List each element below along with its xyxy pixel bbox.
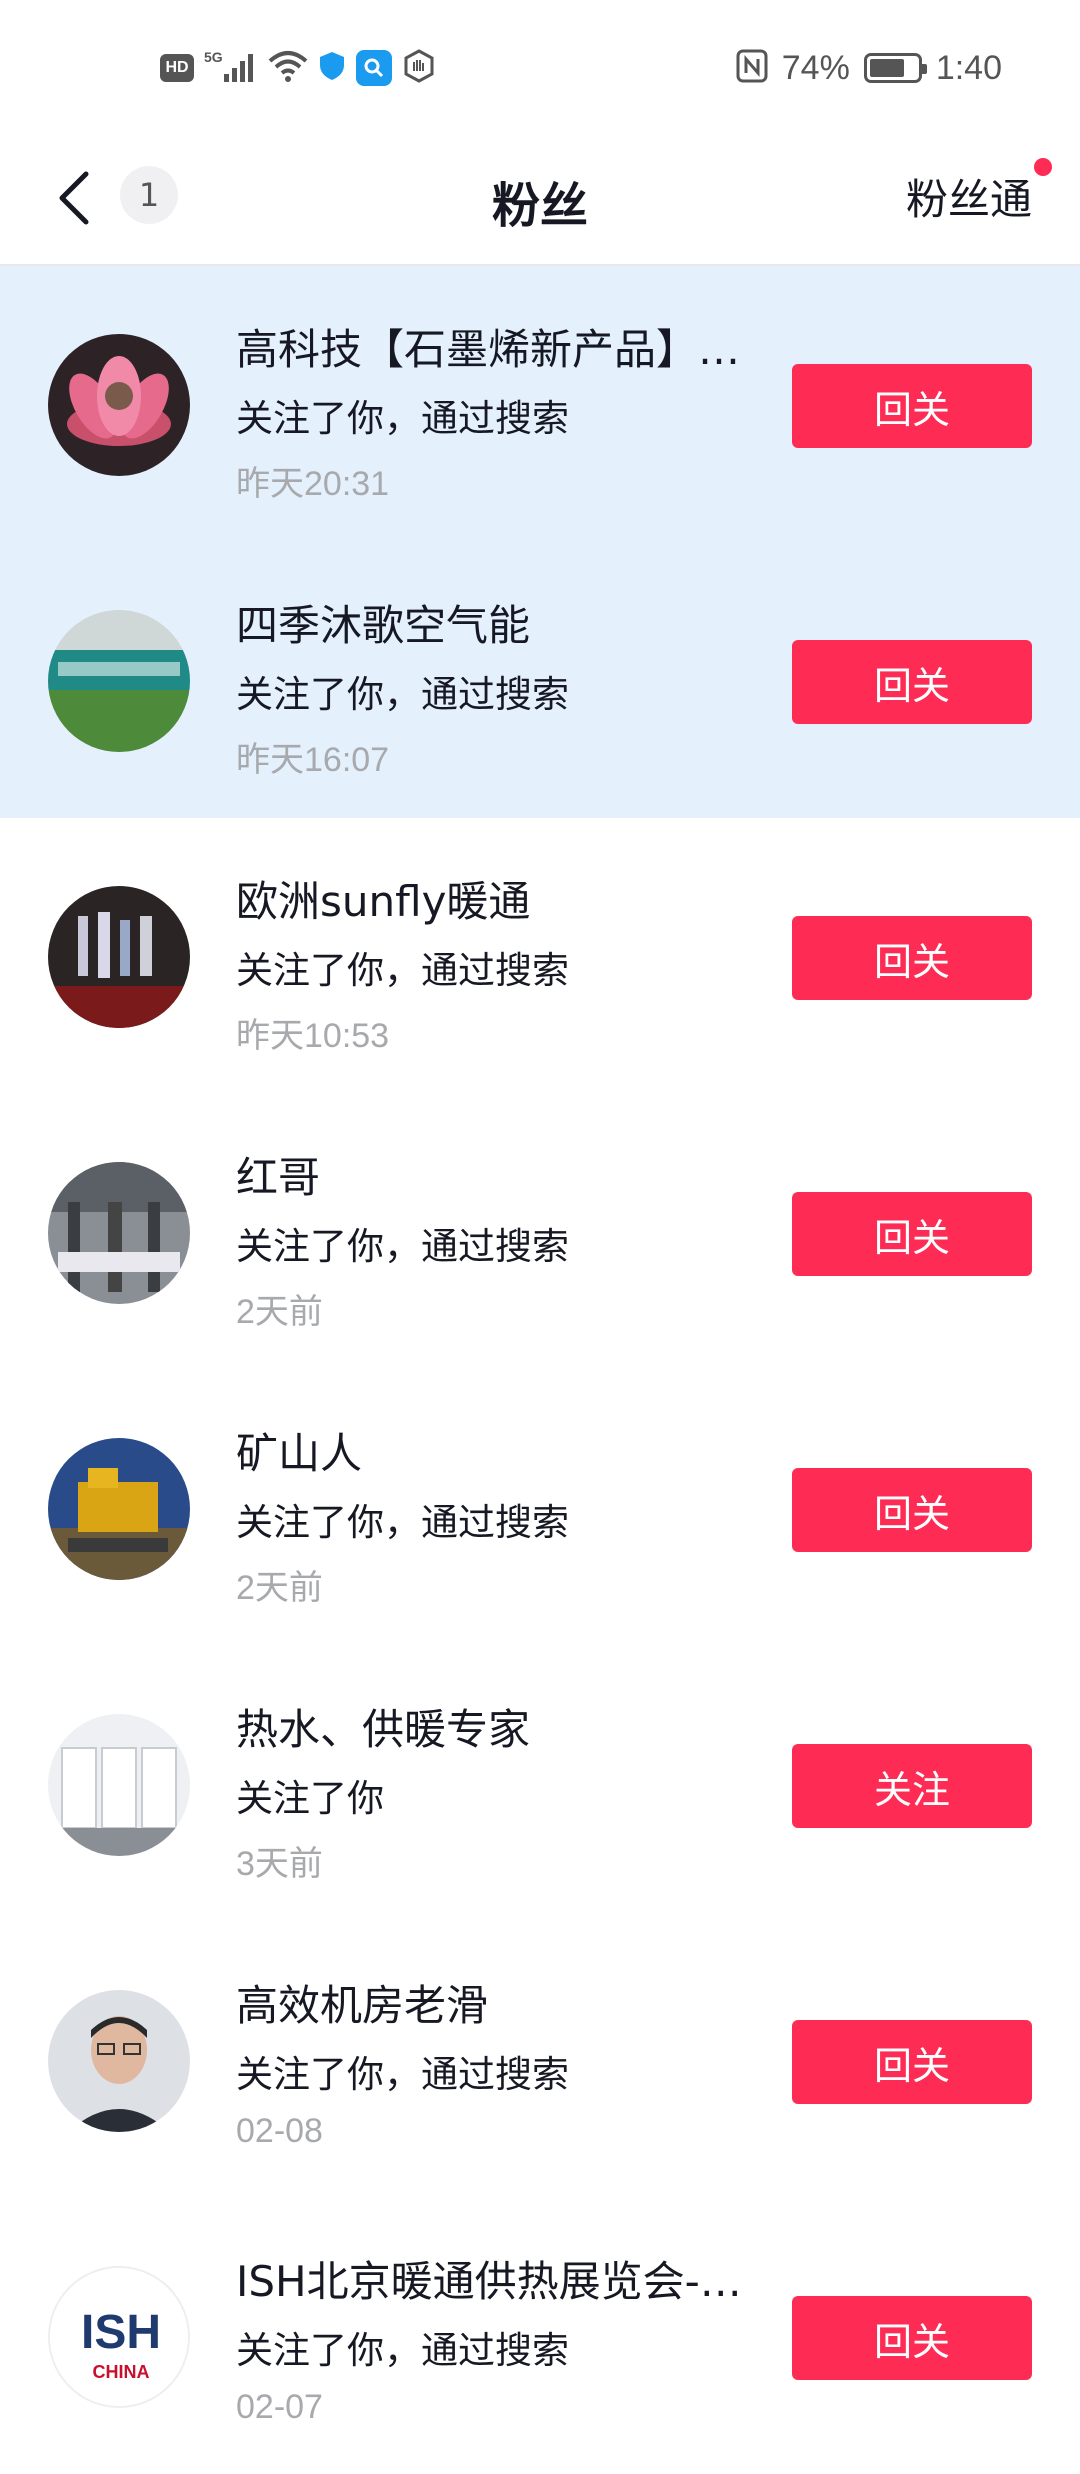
avatar[interactable] — [48, 1990, 190, 2132]
follower-name[interactable]: ISH北京暖通供热展览会-… — [236, 2248, 776, 2309]
follow-back-button[interactable]: 回关 — [792, 364, 1032, 448]
avatar[interactable] — [48, 334, 190, 476]
avatar[interactable] — [48, 1162, 190, 1304]
svg-text:5G: 5G — [204, 49, 223, 65]
follow-source: 关注了你，通过搜索 — [236, 2329, 569, 2372]
follow-back-button[interactable]: 回关 — [792, 640, 1032, 724]
follow-source: 关注了你，通过搜索 — [236, 1225, 569, 1268]
follow-time: 2天前 — [236, 1569, 323, 1607]
status-bar: HD 5G 74% 1:40 — [0, 0, 1080, 136]
nfc-icon — [736, 49, 768, 87]
shield-icon — [318, 51, 346, 85]
follow-time: 昨天16:07 — [236, 741, 390, 779]
hd-icon: HD — [160, 54, 194, 82]
hand-icon — [402, 49, 436, 87]
list-item[interactable]: 欧洲sunfly暖通 关注了你，通过搜索 昨天10:53 回关 — [0, 818, 1080, 1094]
list-item[interactable]: ISH CHINA ISH北京暖通供热展览会-… 关注了你，通过搜索 02-07… — [0, 2198, 1080, 2474]
battery-percent: 74% — [781, 48, 850, 87]
list-item[interactable]: 矿山人 关注了你，通过搜索 2天前 回关 — [0, 1370, 1080, 1646]
battery-level — [869, 59, 904, 77]
follow-source: 关注了你，通过搜索 — [236, 1501, 569, 1544]
follower-name[interactable]: 高效机房老滑 — [236, 1972, 776, 2033]
follow-source: 关注了你，通过搜索 — [236, 397, 569, 440]
follower-list: 高科技【石墨烯新产品】… 关注了你，通过搜索 昨天20:31 回关 四季沐歌空气… — [0, 266, 1080, 2474]
follow-button[interactable]: 关注 — [792, 1744, 1032, 1828]
follow-source: 关注了你 — [236, 1777, 384, 1820]
search-app-icon — [356, 50, 392, 86]
avatar[interactable]: ISH CHINA — [48, 2266, 190, 2408]
follow-time: 3天前 — [236, 1845, 323, 1883]
clock: 1:40 — [935, 48, 1002, 87]
follow-time: 昨天10:53 — [236, 1017, 390, 1055]
follow-time: 02-07 — [236, 2388, 323, 2426]
avatar[interactable] — [48, 610, 190, 752]
follow-back-button[interactable]: 回关 — [792, 2296, 1032, 2380]
follow-back-button[interactable]: 回关 — [792, 1192, 1032, 1276]
status-icons-left: HD 5G — [160, 48, 436, 88]
follower-name[interactable]: 红哥 — [236, 1144, 776, 1205]
follower-name[interactable]: 四季沐歌空气能 — [236, 592, 776, 653]
follow-back-button[interactable]: 回关 — [792, 2020, 1032, 2104]
list-item[interactable]: 四季沐歌空气能 关注了你，通过搜索 昨天16:07 回关 — [0, 542, 1080, 818]
list-item[interactable]: 高效机房老滑 关注了你，通过搜索 02-08 回关 — [0, 1922, 1080, 2198]
list-item[interactable]: 热水、供暖专家 关注了你 3天前 关注 — [0, 1646, 1080, 1922]
avatar[interactable] — [48, 886, 190, 1028]
follow-time: 02-08 — [236, 2112, 323, 2150]
ish-logo-subtext: CHINA — [93, 2362, 150, 2382]
follow-time: 昨天20:31 — [236, 465, 390, 503]
nav-header: 1 粉丝 粉丝通 — [0, 136, 1080, 266]
notification-dot — [1034, 158, 1052, 176]
follow-time: 2天前 — [236, 1293, 323, 1331]
status-icons-right: 74% 1:40 — [736, 46, 1002, 90]
wifi-icon — [268, 49, 308, 87]
follow-back-button[interactable]: 回关 — [792, 916, 1032, 1000]
follow-source: 关注了你，通过搜索 — [236, 2053, 569, 2096]
battery-tip — [921, 64, 927, 74]
battery-icon — [863, 53, 927, 83]
follower-name[interactable]: 热水、供暖专家 — [236, 1696, 776, 1757]
fans-promotion-link[interactable]: 粉丝通 — [906, 166, 1032, 227]
list-item[interactable]: 红哥 关注了你，通过搜索 2天前 回关 — [0, 1094, 1080, 1370]
follower-name[interactable]: 高科技【石墨烯新产品】… — [236, 316, 776, 377]
avatar[interactable] — [48, 1714, 190, 1856]
follower-name[interactable]: 欧洲sunfly暖通 — [236, 868, 776, 929]
signal-icon: 5G — [204, 48, 258, 88]
follow-source: 关注了你，通过搜索 — [236, 673, 569, 716]
follow-source: 关注了你，通过搜索 — [236, 949, 569, 992]
follower-name[interactable]: 矿山人 — [236, 1420, 776, 1481]
follow-back-button[interactable]: 回关 — [792, 1468, 1032, 1552]
ish-logo-text: ISH — [81, 2306, 161, 2359]
avatar[interactable] — [48, 1438, 190, 1580]
list-item[interactable]: 高科技【石墨烯新产品】… 关注了你，通过搜索 昨天20:31 回关 — [0, 266, 1080, 542]
